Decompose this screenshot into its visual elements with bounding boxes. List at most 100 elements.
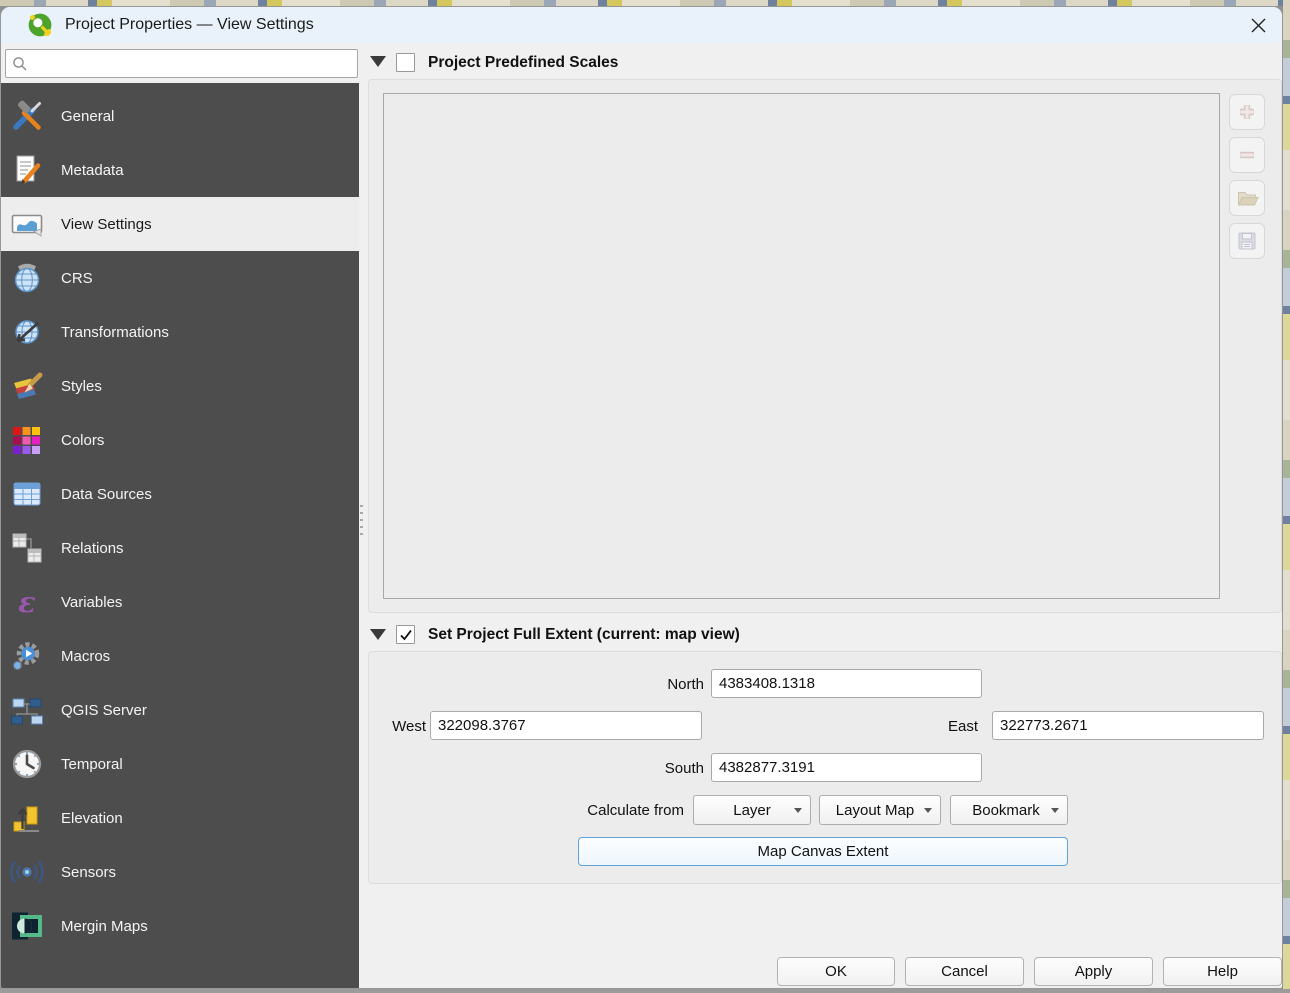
cancel-button[interactable]: Cancel — [905, 957, 1024, 986]
chevron-down-icon — [794, 807, 802, 813]
load-scales-button[interactable] — [1229, 180, 1265, 216]
color-swatches-icon — [13, 427, 40, 454]
sidebar-item-label: CRS — [61, 269, 93, 287]
sidebar-item-label: Relations — [61, 539, 124, 557]
sidebar-item-label: Styles — [61, 377, 102, 395]
sidebar-item-metadata[interactable]: Metadata — [1, 143, 359, 197]
collapse-arrow-icon[interactable] — [370, 629, 386, 640]
remove-scale-button[interactable] — [1229, 137, 1265, 173]
collapse-arrow-icon[interactable] — [370, 56, 386, 67]
sidebar-item-label: Colors — [61, 431, 105, 449]
sidebar-item-label: Metadata — [61, 161, 124, 179]
globe-crs-icon — [14, 263, 40, 293]
sidebar-item-data-sources[interactable]: Data Sources — [1, 467, 359, 521]
sidebar-item-transformations[interactable]: Transformations — [1, 305, 359, 359]
help-button[interactable]: Help — [1163, 957, 1282, 986]
panel-splitter[interactable] — [359, 505, 364, 537]
sidebar-item-sensors[interactable]: Sensors — [1, 845, 359, 899]
layer-dropdown-label: Layer — [733, 801, 771, 819]
plus-icon — [1240, 105, 1254, 119]
search-input[interactable] — [34, 55, 357, 72]
save-scales-button[interactable] — [1229, 223, 1265, 259]
layout-map-dropdown[interactable]: Layout Map — [819, 795, 941, 825]
check-icon — [399, 629, 412, 640]
tools-icon — [13, 100, 41, 130]
mergin-maps-icon — [12, 912, 42, 940]
qgis-logo-icon — [28, 13, 52, 37]
west-label: West — [392, 717, 426, 735]
sidebar-item-colors[interactable]: Colors — [1, 413, 359, 467]
apply-button[interactable]: Apply — [1034, 957, 1153, 986]
sidebar-item-crs[interactable]: CRS — [1, 251, 359, 305]
sidebar-item-label: Variables — [61, 593, 123, 611]
add-scale-button[interactable] — [1229, 94, 1265, 130]
folder-open-icon — [1237, 192, 1259, 206]
layout-map-dropdown-label: Layout Map — [835, 801, 915, 819]
table-icon — [13, 482, 41, 506]
window-title: Project Properties — View Settings — [65, 16, 314, 33]
chevron-down-icon — [924, 807, 932, 813]
clock-icon — [12, 749, 42, 779]
globe-transform-icon — [15, 320, 39, 344]
map-canvas-background-bottom — [0, 989, 1290, 993]
bookmark-dropdown-label: Bookmark — [972, 801, 1040, 819]
sidebar-item-label: Temporal — [61, 755, 123, 773]
sidebar-item-temporal[interactable]: Temporal — [1, 737, 359, 791]
minus-icon — [1240, 151, 1254, 159]
title-bar: Project Properties — View Settings — [1, 7, 1282, 43]
epsilon-icon: ε — [18, 585, 36, 619]
sensor-waves-icon — [10, 860, 44, 884]
east-extent-field[interactable] — [992, 711, 1264, 740]
elevation-icon — [13, 806, 39, 832]
sidebar-item-label: Elevation — [61, 809, 123, 827]
sidebar-item-view-settings[interactable]: View Settings — [1, 197, 359, 251]
sidebar-item-variables[interactable]: ε Variables — [1, 575, 359, 629]
map-canvas-background-right — [1283, 0, 1290, 993]
north-extent-field[interactable] — [711, 669, 982, 698]
sidebar-item-label: Mergin Maps — [61, 917, 148, 935]
sidebar-item-label: Sensors — [61, 863, 117, 881]
full-extent-checkbox[interactable] — [396, 625, 415, 644]
calculate-from-label: Calculate from — [587, 801, 684, 819]
close-icon — [1251, 18, 1265, 32]
sidebar-item-label: View Settings — [61, 215, 152, 233]
server-network-icon — [11, 698, 43, 725]
sidebar-item-macros[interactable]: Macros — [1, 629, 359, 683]
gear-play-icon — [12, 642, 40, 671]
sidebar-item-label: Macros — [61, 647, 111, 665]
ok-button[interactable]: OK — [777, 957, 895, 986]
save-icon — [1238, 232, 1256, 250]
sidebar-item-label: General — [61, 107, 115, 125]
predefined-scales-checkbox[interactable] — [396, 53, 415, 72]
sidebar-item-general[interactable]: General — [1, 89, 359, 143]
project-properties-dialog: Project Properties — View Settings Gener… — [0, 6, 1283, 989]
sidebar-item-relations[interactable]: Relations — [1, 521, 359, 575]
south-label: South — [664, 759, 704, 777]
relations-tables-icon — [12, 533, 42, 563]
sidebar-item-mergin-maps[interactable]: Mergin Maps — [1, 899, 359, 953]
sidebar-item-styles[interactable]: Styles — [1, 359, 359, 413]
full-extent-title: Set Project Full Extent (current: map vi… — [428, 626, 740, 643]
sidebar-item-qgis-server[interactable]: QGIS Server — [1, 683, 359, 737]
predefined-scales-list[interactable] — [383, 93, 1220, 599]
metadata-document-icon — [16, 155, 41, 184]
settings-sidebar: General Metadata View Settings CRS Trans… — [1, 83, 359, 988]
sidebar-item-label: QGIS Server — [61, 701, 147, 719]
bookmark-dropdown[interactable]: Bookmark — [950, 795, 1068, 825]
paintbrush-icon — [14, 372, 43, 399]
map-view-icon — [11, 214, 43, 237]
east-label: East — [947, 717, 978, 735]
chevron-down-icon — [1051, 807, 1059, 813]
north-label: North — [667, 675, 704, 693]
south-extent-field[interactable] — [711, 753, 982, 782]
map-canvas-extent-button[interactable]: Map Canvas Extent — [578, 837, 1068, 866]
search-icon — [13, 56, 27, 70]
sidebar-item-label: Data Sources — [61, 485, 152, 503]
sidebar-search — [5, 49, 358, 78]
sidebar-item-elevation[interactable]: Elevation — [1, 791, 359, 845]
west-extent-field[interactable] — [430, 711, 702, 740]
layer-dropdown[interactable]: Layer — [693, 795, 811, 825]
close-button[interactable] — [1234, 7, 1282, 43]
predefined-scales-title: Project Predefined Scales — [428, 54, 619, 71]
sidebar-item-label: Transformations — [61, 323, 169, 341]
